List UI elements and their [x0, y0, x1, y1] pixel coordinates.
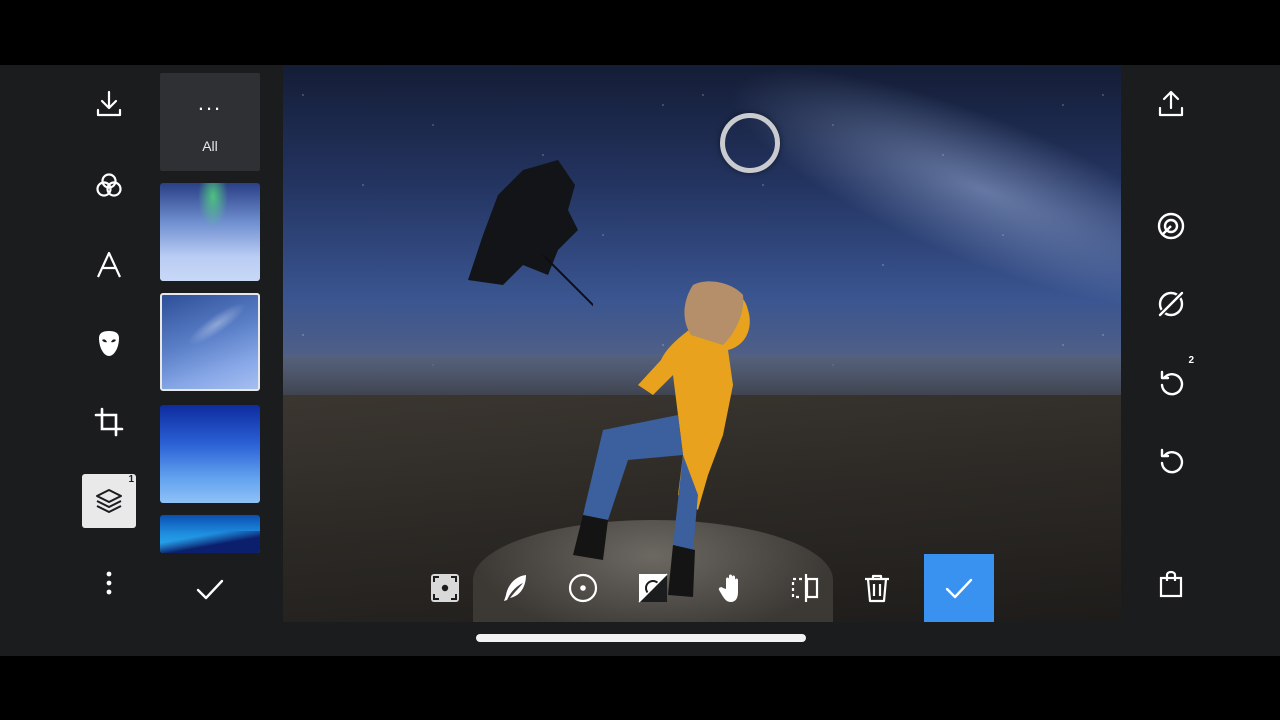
pan-button[interactable]	[708, 560, 758, 616]
layers-count-badge: 1	[128, 474, 134, 485]
undo-icon	[1160, 448, 1184, 474]
flip-button[interactable]	[780, 560, 830, 616]
text-button[interactable]	[80, 238, 138, 292]
shop-button[interactable]	[1142, 557, 1200, 611]
thumbnail-panel: ... All	[160, 73, 260, 553]
photo-canvas[interactable]	[283, 65, 1121, 622]
more-options-button[interactable]	[80, 556, 138, 610]
text-icon	[97, 251, 121, 278]
crop-button[interactable]	[80, 395, 138, 449]
home-indicator[interactable]	[476, 634, 806, 642]
delete-layer-button[interactable]	[852, 560, 902, 616]
layers-button[interactable]: 1	[82, 474, 136, 528]
thumbnail-blue-gradient-sky[interactable]	[160, 405, 260, 503]
invert-mask-button[interactable]	[628, 560, 678, 616]
eraser-toggle-button[interactable]	[1142, 277, 1200, 331]
shopping-bag-icon	[1159, 570, 1183, 598]
checkmark-icon	[196, 579, 224, 600]
radial-icon	[568, 573, 598, 603]
more-dots-icon: ...	[197, 90, 223, 115]
thumbnail-cyan-sky[interactable]	[160, 515, 260, 553]
confirm-button[interactable]	[924, 554, 994, 622]
redo-count-badge: 2	[1188, 355, 1194, 366]
share-icon	[1158, 90, 1184, 117]
auto-select-button[interactable]	[420, 560, 470, 616]
download-button[interactable]	[80, 77, 138, 131]
redo-button[interactable]: 2	[1142, 355, 1200, 411]
radial-mask-button[interactable]	[558, 560, 608, 616]
download-icon	[96, 90, 122, 117]
left-toolbar: 1	[80, 65, 138, 656]
undo-button[interactable]	[1142, 435, 1200, 489]
layers-icon	[96, 489, 122, 513]
eraser-off-icon	[1157, 290, 1185, 318]
brush-position-ring[interactable]	[720, 113, 780, 173]
redo-icon	[1160, 370, 1184, 396]
bottom-letterbox	[0, 656, 1280, 720]
trash-icon	[865, 574, 889, 603]
top-letterbox	[0, 0, 1280, 65]
feather-brush-button[interactable]	[490, 560, 540, 616]
thumbnail-aurora-sky[interactable]	[160, 183, 260, 281]
checkmark-icon	[945, 578, 973, 599]
crop-icon	[94, 407, 124, 437]
app-screen: 1 ... All 2	[0, 65, 1280, 656]
flip-icon	[791, 574, 819, 602]
effects-icon	[96, 173, 122, 197]
bottom-toolbar	[420, 554, 994, 622]
mask-icon	[99, 331, 119, 356]
more-vertical-icon	[106, 571, 112, 595]
share-button[interactable]	[1142, 77, 1200, 131]
hand-icon	[718, 574, 738, 602]
all-category-tile[interactable]: ... All	[160, 73, 260, 171]
select-auto-icon	[431, 574, 459, 602]
overlay-icon	[1157, 212, 1185, 240]
effects-button[interactable]	[80, 159, 138, 213]
mask-button[interactable]	[80, 317, 138, 371]
right-toolbar: 2	[1142, 65, 1200, 656]
feather-brush-icon	[504, 575, 526, 601]
invert-icon	[638, 573, 668, 603]
thumbnail-milky-way-sky[interactable]	[160, 293, 260, 391]
apply-sky-button[interactable]	[188, 567, 232, 611]
overlay-button[interactable]	[1142, 199, 1200, 253]
all-category-label: All	[202, 138, 218, 154]
